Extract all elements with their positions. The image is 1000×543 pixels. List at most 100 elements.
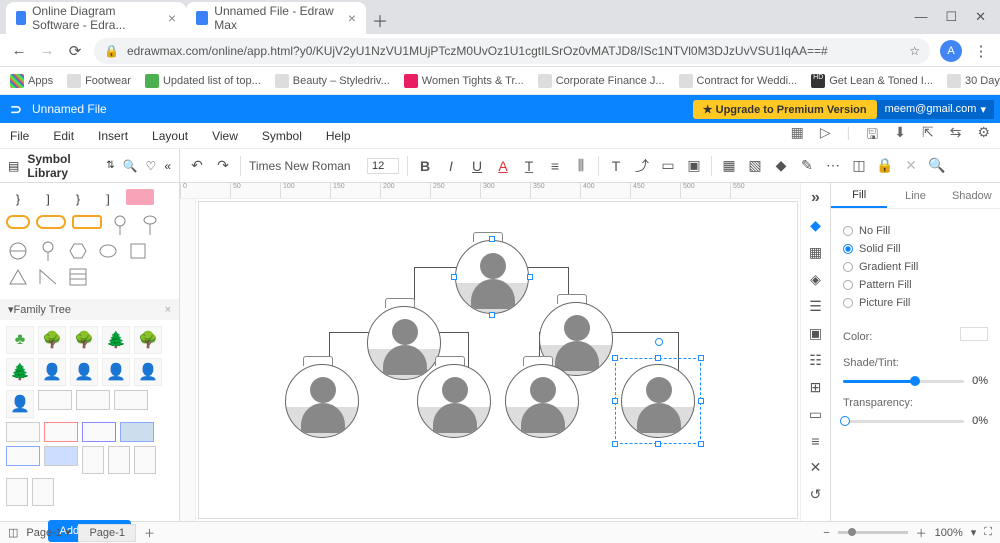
redo-icon[interactable]: ↷ — [214, 157, 232, 175]
favorite-icon[interactable]: ♡ — [146, 159, 157, 173]
menu-help[interactable]: Help — [326, 129, 351, 143]
template-thumb[interactable] — [134, 446, 156, 474]
connector-icon[interactable]: ⤴ — [633, 157, 651, 175]
bookmark-item[interactable]: Footwear — [67, 74, 131, 88]
bookmark-item[interactable]: Corporate Finance J... — [538, 74, 665, 88]
template-thumb[interactable] — [120, 422, 154, 442]
font-size-select[interactable]: 12 — [367, 158, 399, 174]
shade-slider[interactable] — [843, 380, 964, 383]
stack-icon[interactable]: ☷ — [809, 352, 822, 369]
image-icon[interactable]: ▣ — [685, 157, 703, 175]
text-tool-icon[interactable]: T — [607, 157, 625, 175]
shape-swatch[interactable] — [36, 215, 66, 229]
settings-icon[interactable]: ⚙ — [977, 124, 990, 148]
template-thumb[interactable]: 👤 — [70, 358, 98, 386]
crop-icon[interactable]: ◫ — [850, 157, 868, 175]
person-node[interactable] — [505, 364, 579, 438]
spacing-icon[interactable]: ≡ — [811, 433, 819, 449]
tools-icon[interactable]: ✕ — [902, 157, 920, 175]
align-icon[interactable]: ≡ — [546, 157, 564, 175]
shape-swatch[interactable]: ] — [96, 189, 120, 209]
shape-swatch[interactable] — [6, 267, 30, 287]
address-bar[interactable]: 🔒 edrawmax.com/online/app.html?y0/KUjV2y… — [94, 38, 930, 64]
shape-swatch[interactable] — [36, 267, 60, 287]
menu-insert[interactable]: Insert — [98, 129, 128, 143]
save-icon[interactable]: 🖫 — [866, 124, 878, 148]
apps-button[interactable]: Apps — [10, 74, 53, 88]
canvas-icon[interactable]: ▭ — [809, 406, 822, 423]
browser-tab[interactable]: Online Diagram Software - Edra... × — [6, 2, 186, 34]
add-page-button[interactable]: ＋ — [144, 525, 155, 541]
tab-shadow[interactable]: Shadow — [944, 183, 1000, 208]
person-node[interactable] — [417, 364, 491, 438]
font-color-icon[interactable]: A — [494, 157, 512, 175]
tab-close-icon[interactable]: × — [168, 10, 176, 26]
new-tab-button[interactable]: ＋ — [366, 6, 394, 34]
shape-swatch[interactable] — [96, 241, 120, 261]
chart-icon[interactable]: ▧ — [746, 157, 764, 175]
rotate-handle[interactable] — [655, 338, 663, 346]
shape-swatch[interactable] — [72, 215, 102, 229]
lock-icon[interactable]: 🔒 — [876, 157, 894, 175]
bookmark-item[interactable]: HDGet Lean & Toned I... — [811, 74, 933, 88]
template-thumb[interactable] — [38, 390, 72, 410]
template-thumb[interactable]: 👤 — [38, 358, 66, 386]
canvas[interactable] — [198, 201, 798, 519]
template-thumb[interactable]: 👤 — [102, 358, 130, 386]
page-list-dropdown[interactable]: Page-1 ▾ — [26, 526, 70, 539]
fill-tool-icon[interactable]: ◆ — [810, 217, 821, 234]
fill-icon[interactable]: ◆ — [772, 157, 790, 175]
frame-icon[interactable]: ▣ — [809, 325, 822, 342]
browser-tab-active[interactable]: Unnamed File - Edraw Max × — [186, 2, 366, 34]
template-thumb[interactable]: 🌳 — [70, 326, 98, 354]
radio-solid-fill[interactable]: Solid Fill — [843, 243, 988, 255]
bookmark-item[interactable]: 30 Day Fitness Chal... — [947, 74, 1000, 88]
layers-icon[interactable]: ◈ — [810, 271, 821, 288]
shape-swatch[interactable] — [6, 215, 30, 229]
menu-file[interactable]: File — [10, 129, 29, 143]
page-tab[interactable]: Page-1 — [78, 524, 135, 542]
play-icon[interactable]: ▷ — [820, 124, 831, 148]
share-icon[interactable]: ⇆ — [950, 124, 962, 148]
export-icon[interactable]: ⇱ — [922, 124, 934, 148]
template-thumb[interactable] — [6, 446, 40, 466]
font-family-select[interactable]: Times New Roman — [249, 159, 359, 173]
menu-layout[interactable]: Layout — [152, 129, 188, 143]
shape-swatch[interactable] — [126, 189, 154, 205]
page-nav-icon[interactable]: ◫ — [8, 526, 18, 539]
italic-icon[interactable]: I — [442, 157, 460, 175]
table-icon[interactable]: ▦ — [720, 157, 738, 175]
person-node[interactable] — [285, 364, 359, 438]
bookmark-item[interactable]: Contract for Weddi... — [679, 74, 798, 88]
shape-swatch[interactable] — [66, 241, 90, 261]
zoom-slider[interactable] — [838, 531, 908, 534]
radio-no-fill[interactable]: No Fill — [843, 225, 988, 237]
grid-tool-icon[interactable]: ▦ — [809, 244, 822, 261]
transparency-slider[interactable] — [843, 420, 964, 423]
minimize-icon[interactable]: — — [914, 9, 927, 25]
shape-swatch[interactable] — [138, 215, 162, 235]
shape-swatch[interactable]: } — [6, 189, 30, 209]
template-thumb[interactable] — [108, 446, 130, 474]
shape-swatch[interactable]: } — [66, 189, 90, 209]
bookmark-item[interactable]: Women Tights & Tr... — [404, 74, 524, 88]
menu-view[interactable]: View — [212, 129, 238, 143]
download-icon[interactable]: ⬇ — [894, 124, 906, 148]
template-thumb[interactable] — [6, 422, 40, 442]
present-icon[interactable]: ▦ — [791, 124, 804, 148]
color-picker[interactable] — [960, 327, 988, 341]
close-section-icon[interactable]: × — [165, 304, 171, 316]
template-thumb[interactable] — [76, 390, 110, 410]
tab-line[interactable]: Line — [887, 183, 943, 208]
template-thumb[interactable]: 🌲 — [102, 326, 130, 354]
shape-swatch[interactable] — [126, 241, 150, 261]
reload-button[interactable]: ⟳ — [66, 42, 84, 60]
align-tool-icon[interactable]: ☰ — [809, 298, 822, 315]
template-thumb[interactable] — [44, 422, 78, 442]
collapse-panel-icon[interactable]: « — [164, 159, 171, 173]
upgrade-button[interactable]: ★ Upgrade to Premium Version — [693, 100, 877, 119]
fullscreen-icon[interactable]: ⛶ — [984, 526, 992, 539]
profile-avatar[interactable]: A — [940, 40, 962, 62]
underline-icon[interactable]: U — [468, 157, 486, 175]
close-window-icon[interactable]: ✕ — [975, 9, 986, 25]
